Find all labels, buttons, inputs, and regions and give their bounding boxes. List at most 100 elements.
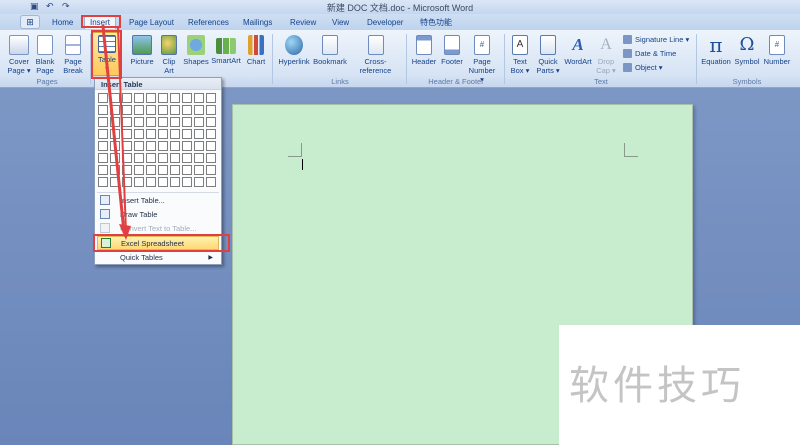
- grid-cell[interactable]: [182, 93, 192, 103]
- grid-cell[interactable]: [134, 165, 144, 175]
- grid-cell[interactable]: [146, 177, 156, 187]
- grid-cell[interactable]: [110, 117, 120, 127]
- grid-cell[interactable]: [182, 165, 192, 175]
- date-time-button[interactable]: Date & Time: [623, 48, 676, 59]
- menu-item-quick-tables[interactable]: Quick Tables ▶: [97, 250, 219, 264]
- grid-cell[interactable]: [158, 93, 168, 103]
- grid-cell[interactable]: [122, 165, 132, 175]
- grid-cell[interactable]: [170, 129, 180, 139]
- grid-cell[interactable]: [158, 141, 168, 151]
- grid-cell[interactable]: [110, 141, 120, 151]
- tab-special-features[interactable]: 特色功能: [420, 16, 452, 30]
- grid-cell[interactable]: [170, 117, 180, 127]
- page-break-button[interactable]: Page Break: [60, 35, 86, 75]
- grid-cell[interactable]: [158, 105, 168, 115]
- grid-cell[interactable]: [98, 105, 108, 115]
- grid-cell[interactable]: [98, 93, 108, 103]
- grid-cell[interactable]: [194, 105, 204, 115]
- tab-mailings[interactable]: Mailings: [243, 16, 272, 30]
- grid-cell[interactable]: [206, 177, 216, 187]
- grid-cell[interactable]: [206, 165, 216, 175]
- drop-cap-button[interactable]: A Drop Cap ▾: [594, 35, 618, 75]
- clip-art-button[interactable]: Clip Art: [158, 35, 180, 75]
- grid-cell[interactable]: [170, 93, 180, 103]
- object-button[interactable]: Object ▾: [623, 62, 663, 73]
- grid-cell[interactable]: [146, 153, 156, 163]
- grid-cell[interactable]: [134, 105, 144, 115]
- footer-button[interactable]: Footer: [438, 35, 466, 66]
- picture-button[interactable]: Picture: [128, 35, 156, 66]
- chart-button[interactable]: Chart: [244, 35, 268, 66]
- text-box-button[interactable]: A Text Box ▾: [508, 35, 532, 75]
- grid-cell[interactable]: [206, 117, 216, 127]
- bookmark-button[interactable]: Bookmark: [312, 35, 348, 66]
- grid-cell[interactable]: [134, 93, 144, 103]
- tab-home[interactable]: Home: [52, 16, 73, 30]
- grid-cell[interactable]: [182, 141, 192, 151]
- signature-line-button[interactable]: Signature Line ▾: [623, 34, 689, 45]
- grid-cell[interactable]: [122, 129, 132, 139]
- hyperlink-button[interactable]: Hyperlink: [276, 35, 312, 66]
- grid-cell[interactable]: [182, 129, 192, 139]
- grid-cell[interactable]: [194, 177, 204, 187]
- grid-cell[interactable]: [110, 153, 120, 163]
- grid-cell[interactable]: [206, 129, 216, 139]
- grid-cell[interactable]: [122, 93, 132, 103]
- grid-cell[interactable]: [146, 93, 156, 103]
- grid-cell[interactable]: [146, 117, 156, 127]
- grid-cell[interactable]: [110, 177, 120, 187]
- office-button[interactable]: ⊞: [20, 15, 40, 29]
- grid-cell[interactable]: [170, 141, 180, 151]
- grid-cell[interactable]: [134, 117, 144, 127]
- grid-cell[interactable]: [158, 129, 168, 139]
- symbol-button[interactable]: Ω Symbol: [733, 35, 761, 67]
- grid-cell[interactable]: [170, 165, 180, 175]
- grid-cell[interactable]: [110, 93, 120, 103]
- wordart-button[interactable]: A WordArt: [563, 35, 593, 66]
- grid-cell[interactable]: [98, 165, 108, 175]
- grid-cell[interactable]: [146, 105, 156, 115]
- grid-cell[interactable]: [182, 153, 192, 163]
- table-size-grid[interactable]: [98, 93, 216, 187]
- grid-cell[interactable]: [194, 141, 204, 151]
- grid-cell[interactable]: [206, 93, 216, 103]
- blank-page-button[interactable]: Blank Page: [33, 35, 57, 75]
- grid-cell[interactable]: [170, 177, 180, 187]
- shapes-button[interactable]: Shapes: [183, 35, 209, 66]
- grid-cell[interactable]: [170, 105, 180, 115]
- grid-cell[interactable]: [158, 117, 168, 127]
- tab-page-layout[interactable]: Page Layout: [129, 16, 174, 30]
- grid-cell[interactable]: [110, 105, 120, 115]
- grid-cell[interactable]: [98, 141, 108, 151]
- grid-cell[interactable]: [134, 153, 144, 163]
- tab-references[interactable]: References: [188, 16, 229, 30]
- grid-cell[interactable]: [158, 153, 168, 163]
- grid-cell[interactable]: [134, 177, 144, 187]
- grid-cell[interactable]: [182, 177, 192, 187]
- grid-cell[interactable]: [146, 141, 156, 151]
- grid-cell[interactable]: [122, 105, 132, 115]
- grid-cell[interactable]: [206, 141, 216, 151]
- grid-cell[interactable]: [122, 177, 132, 187]
- grid-cell[interactable]: [206, 105, 216, 115]
- grid-cell[interactable]: [98, 117, 108, 127]
- grid-cell[interactable]: [194, 165, 204, 175]
- menu-item-insert-table[interactable]: Insert Table...: [97, 193, 219, 207]
- tab-developer[interactable]: Developer: [367, 16, 403, 30]
- number-button[interactable]: # Number: [762, 35, 792, 66]
- grid-cell[interactable]: [194, 117, 204, 127]
- cover-page-button[interactable]: Cover Page ▾: [6, 35, 32, 75]
- grid-cell[interactable]: [182, 117, 192, 127]
- grid-cell[interactable]: [134, 141, 144, 151]
- grid-cell[interactable]: [194, 129, 204, 139]
- cross-reference-button[interactable]: Cross-reference: [349, 35, 402, 75]
- grid-cell[interactable]: [194, 153, 204, 163]
- grid-cell[interactable]: [134, 129, 144, 139]
- grid-cell[interactable]: [122, 117, 132, 127]
- grid-cell[interactable]: [206, 153, 216, 163]
- equation-button[interactable]: π Equation: [700, 35, 732, 66]
- grid-cell[interactable]: [98, 129, 108, 139]
- grid-cell[interactable]: [170, 153, 180, 163]
- grid-cell[interactable]: [158, 177, 168, 187]
- tab-view[interactable]: View: [332, 16, 349, 30]
